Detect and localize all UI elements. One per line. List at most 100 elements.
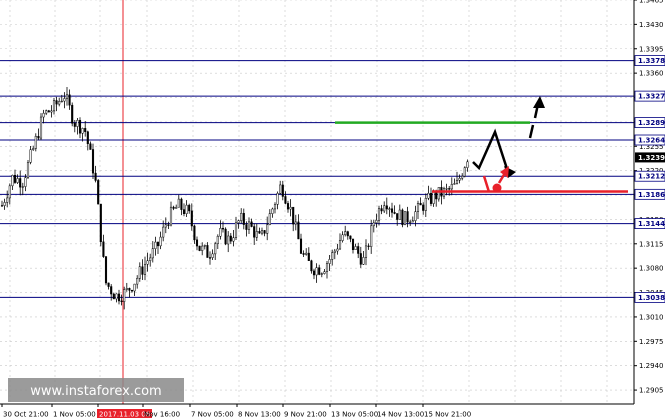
candle-body — [284, 196, 287, 204]
candle-body — [224, 228, 227, 245]
candle-body — [167, 224, 170, 226]
price-tick-label: 1.2940 — [639, 362, 664, 370]
time-tick-label: Nov 16:00 — [144, 411, 180, 418]
candle-body — [39, 116, 43, 139]
candle-body — [117, 293, 121, 302]
candle-body — [380, 208, 383, 212]
candle-body — [263, 230, 266, 234]
level-price-label: 1.3212 — [638, 173, 665, 181]
candle-body — [445, 188, 448, 190]
candle-body — [6, 197, 9, 203]
candle-body — [414, 211, 417, 221]
candle-body — [130, 290, 134, 292]
candle-body — [302, 253, 305, 255]
candle-body — [240, 212, 243, 221]
time-tick-label: 9 Nov 21:00 — [284, 411, 327, 418]
candle-body — [136, 278, 139, 285]
candle-body — [198, 245, 201, 251]
candle-body — [258, 231, 261, 234]
candle-body — [328, 259, 331, 264]
candle-body — [351, 238, 355, 250]
candle-body — [286, 203, 290, 210]
price-tick-label: 1.2975 — [639, 338, 664, 346]
candle-body — [37, 135, 40, 139]
candle-body — [424, 198, 427, 211]
candle-body — [409, 221, 412, 224]
candle-body — [65, 94, 69, 99]
price-tick-label: 1.3395 — [639, 45, 664, 53]
candle-body — [271, 208, 274, 214]
price-tick-label: 1.2905 — [639, 387, 664, 395]
candle-body — [367, 245, 370, 247]
candle-body — [128, 288, 131, 291]
candle-body — [55, 100, 58, 105]
candle-body — [102, 241, 105, 257]
candle-body — [370, 225, 373, 247]
candle-body — [216, 236, 219, 245]
candle-body — [32, 148, 35, 150]
candle-body — [162, 226, 165, 238]
candle-body — [29, 149, 32, 163]
candle-body — [169, 206, 173, 226]
candle-body — [203, 245, 206, 247]
candle-body — [47, 110, 50, 113]
candle-body — [34, 135, 37, 149]
candle-body — [268, 213, 271, 226]
candle-body — [448, 188, 451, 190]
candle-body — [411, 220, 414, 223]
candle-body — [8, 185, 11, 199]
candle-body — [463, 167, 466, 177]
candle-body — [89, 143, 92, 150]
candle-body — [341, 234, 344, 241]
candle-body — [159, 236, 162, 247]
candle-body — [221, 227, 225, 230]
candle-body — [398, 209, 401, 220]
candle-body — [466, 161, 469, 168]
candle-body — [292, 206, 295, 225]
candle-body — [432, 192, 435, 204]
candle-body — [11, 174, 14, 187]
price-tick-label: 1.3430 — [639, 21, 664, 29]
candle-body — [234, 222, 238, 238]
candle-body — [16, 178, 19, 183]
candle-body — [364, 245, 368, 258]
candle-body — [185, 204, 188, 214]
time-tick-label: 15 Nov 21:00 — [424, 411, 471, 418]
candle-body — [94, 172, 97, 181]
candle-body — [0, 205, 4, 207]
candle-body — [81, 128, 84, 134]
candle-body — [237, 220, 240, 224]
candle-body — [229, 235, 232, 242]
time-tick-label: 7 Nov 05:00 — [191, 411, 234, 418]
level-price-label: 1.3038 — [638, 294, 665, 302]
time-tick-label: 1 Nov 05:00 — [53, 411, 96, 418]
candle-body — [123, 289, 126, 302]
candle-body — [289, 206, 292, 210]
candle-body — [427, 192, 430, 199]
candle-body — [149, 257, 152, 262]
candle-body — [245, 224, 248, 230]
candle-body — [390, 208, 394, 213]
candle-body — [141, 266, 144, 275]
candle-body — [52, 100, 56, 112]
level-price-label: 1.3327 — [638, 93, 665, 101]
candle-body — [266, 224, 269, 234]
time-tick-label: 30 Oct 21:00 — [3, 411, 49, 418]
candle-body — [325, 263, 329, 272]
candle-body — [333, 250, 336, 253]
candle-body — [297, 221, 300, 240]
candle-body — [393, 212, 396, 214]
price-tick-label: 1.3465 — [639, 0, 664, 5]
candle-body — [255, 231, 258, 238]
candle-body — [276, 193, 279, 205]
candle-body — [388, 208, 391, 210]
candle-body — [362, 257, 365, 265]
candle-body — [357, 246, 360, 254]
candle-body — [78, 120, 82, 134]
candle-body — [45, 110, 48, 114]
candle-body — [193, 225, 196, 241]
candle-body — [107, 282, 110, 287]
candle-body — [26, 162, 30, 178]
candle-body — [273, 204, 277, 210]
candle-body — [219, 227, 222, 237]
